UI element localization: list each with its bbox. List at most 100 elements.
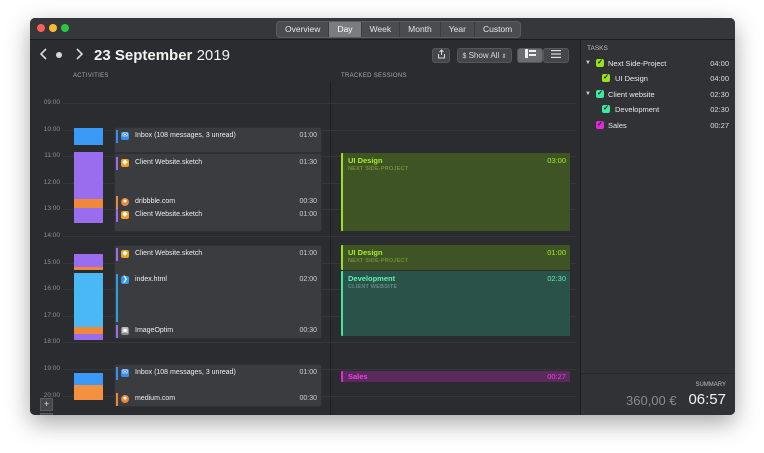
activity-group[interactable]: ✉ Inbox (108 messages, 3 unread) 01:00 ●… xyxy=(114,364,322,407)
activity-stripe xyxy=(116,367,118,380)
task-name: UI Design xyxy=(615,74,648,83)
tab-day[interactable]: Day xyxy=(329,22,362,37)
activity-bar-browser-2 xyxy=(74,267,103,270)
activity-stripe xyxy=(116,248,118,261)
chevron-left-icon[interactable] xyxy=(39,47,49,64)
activity-label: dribbble.com xyxy=(135,198,176,205)
hour-label: 09:00 xyxy=(43,99,60,106)
activity-bar-mail xyxy=(74,128,103,145)
activity-row[interactable]: ❯ index.html 02:00 xyxy=(115,274,321,322)
show-all-dropdown[interactable]: $ Show All ⇕ xyxy=(457,48,512,63)
imageoptim-icon: ▣ xyxy=(121,327,129,335)
activity-row[interactable]: ● dribbble.com 00:30 xyxy=(115,196,321,209)
zoom-out-button[interactable]: − xyxy=(40,413,53,415)
session-block[interactable]: Sales 00:27 xyxy=(341,371,570,382)
dot-icon[interactable] xyxy=(56,52,62,58)
activity-row[interactable]: ✉ Inbox (108 messages, 3 unread) 01:00 xyxy=(115,367,321,380)
activity-label: medium.com xyxy=(135,395,176,402)
activity-duration: 01:00 xyxy=(299,211,317,218)
task-duration: 02:30 xyxy=(710,105,729,114)
summary-label: SUMMARY xyxy=(695,382,726,388)
activity-bar-sketch-4 xyxy=(74,334,103,340)
show-all-label: Show All xyxy=(468,51,500,60)
disclosure-triangle-icon[interactable]: ▼ xyxy=(585,91,591,97)
session-duration: 01:00 xyxy=(547,248,566,257)
date-day: 23 September xyxy=(94,47,193,64)
tab-custom[interactable]: Custom xyxy=(475,22,520,37)
activity-stripe xyxy=(116,325,118,338)
activity-row[interactable]: ✉ Inbox (108 messages, 3 unread) 01:00 xyxy=(115,130,321,143)
tab-overview[interactable]: Overview xyxy=(277,22,330,37)
minimize-window-button[interactable] xyxy=(49,24,57,32)
hour-label: 12:00 xyxy=(43,178,60,186)
task-row[interactable]: ▼ ✓ Client website 02:30 xyxy=(581,88,735,102)
hour-label: 13:00 xyxy=(43,205,60,213)
checkbox-icon[interactable]: ✓ xyxy=(602,74,610,82)
tab-month[interactable]: Month xyxy=(400,22,441,37)
activity-group[interactable]: ◆ Client Website.sketch 01:00 ❯ index.ht… xyxy=(114,245,322,339)
task-row[interactable]: ✓ Sales 00:27 xyxy=(581,119,735,133)
sketch-icon: ◆ xyxy=(121,250,129,258)
timeline-view-button[interactable] xyxy=(517,48,543,63)
tab-week[interactable]: Week xyxy=(362,22,401,37)
checkbox-icon[interactable]: ✓ xyxy=(596,90,604,98)
hour-label: 14:00 xyxy=(43,232,60,239)
activity-bar-sketch xyxy=(74,152,103,199)
disclosure-triangle-icon[interactable]: ▼ xyxy=(585,60,591,66)
session-block[interactable]: UI Design NEXT SIDE-PROJECT 03:00 xyxy=(341,153,570,231)
activity-stripe xyxy=(116,393,118,406)
updown-chevron-icon: ⇕ xyxy=(501,54,507,60)
task-row[interactable]: ✓ UI Design 04:00 xyxy=(581,72,735,86)
activity-stripe xyxy=(116,274,118,322)
list-view-button[interactable] xyxy=(543,48,569,63)
task-name: Sales xyxy=(608,121,627,130)
session-block[interactable]: Development CLIENT WEBSITE 02:30 xyxy=(341,271,570,336)
zoom-window-button[interactable] xyxy=(61,24,69,32)
session-title: UI Design xyxy=(348,156,383,165)
session-project: NEXT SIDE-PROJECT xyxy=(348,166,409,172)
session-block[interactable]: UI Design NEXT SIDE-PROJECT 01:00 xyxy=(341,245,570,270)
hour-gridline xyxy=(63,342,576,344)
main-panel: 23 September 2019 $ Show All ⇕ ACTIVITIE… xyxy=(30,40,580,415)
task-row[interactable]: ✓ Development 02:30 xyxy=(581,103,735,117)
activities-header: ACTIVITIES xyxy=(73,73,109,79)
activity-row[interactable]: ◆ Client Website.sketch 01:30 xyxy=(115,157,321,170)
activity-stripe xyxy=(116,130,118,143)
date-year: 2019 xyxy=(196,47,230,64)
activity-bar-browser-4 xyxy=(74,385,103,400)
activity-duration: 01:00 xyxy=(299,369,317,376)
hour-label: 11:00 xyxy=(44,152,60,160)
summary-divider xyxy=(581,373,735,374)
column-divider xyxy=(330,82,331,415)
activity-row[interactable]: ▣ ImageOptim 00:30 xyxy=(115,325,321,338)
share-button[interactable] xyxy=(432,48,450,63)
hour-label: 17:00 xyxy=(43,311,60,319)
activity-duration: 00:30 xyxy=(299,327,317,334)
task-duration: 02:30 xyxy=(710,90,729,99)
activity-bar-browser-3 xyxy=(74,327,103,334)
activity-row[interactable]: ◆ Client Website.sketch 01:00 xyxy=(115,209,321,222)
checkbox-icon[interactable]: ✓ xyxy=(596,121,604,129)
activity-group[interactable]: ✉ Inbox (108 messages, 3 unread) 01:00 xyxy=(114,127,322,153)
task-row[interactable]: ▼ ✓ Next Side-Project 04:00 xyxy=(581,57,735,71)
chevron-right-icon[interactable] xyxy=(74,47,84,64)
tab-year[interactable]: Year xyxy=(441,22,475,37)
activity-row[interactable]: ◆ Client Website.sketch 01:00 xyxy=(115,248,321,261)
activity-duration: 02:00 xyxy=(299,276,317,283)
hour-gridline xyxy=(63,103,576,104)
checkbox-icon[interactable]: ✓ xyxy=(596,59,604,67)
task-duration: 04:00 xyxy=(710,59,729,68)
activity-group[interactable]: ◆ Client Website.sketch 01:30 ● dribbble… xyxy=(114,153,322,232)
zoom-in-button[interactable]: + xyxy=(40,398,53,411)
task-name: Next Side-Project xyxy=(608,59,667,68)
close-window-button[interactable] xyxy=(37,24,45,32)
activity-row[interactable]: ● medium.com 00:30 xyxy=(115,393,321,406)
activity-label: Client Website.sketch xyxy=(135,211,203,218)
activity-duration: 00:30 xyxy=(299,395,317,402)
activity-bar-browser xyxy=(74,199,103,208)
hour-label: 16:00 xyxy=(43,285,60,293)
checkbox-icon[interactable]: ✓ xyxy=(602,105,610,113)
session-project: NEXT SIDE-PROJECT xyxy=(348,258,409,264)
activity-label: ImageOptim xyxy=(135,327,174,334)
session-duration: 00:27 xyxy=(547,372,566,381)
